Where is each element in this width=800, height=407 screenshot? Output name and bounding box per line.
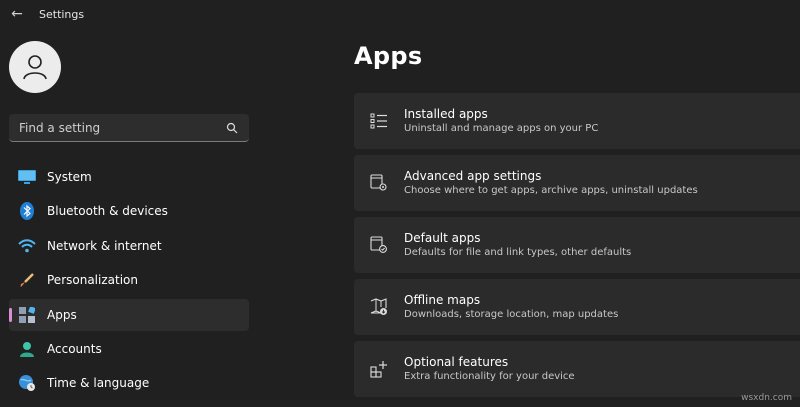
card-title: Advanced app settings: [404, 169, 542, 183]
card-optional-features[interactable]: Optional features Extra functionality fo…: [354, 341, 800, 397]
card-default-apps[interactable]: Default apps Defaults for file and link …: [354, 217, 800, 273]
search-icon[interactable]: [225, 121, 239, 135]
avatar[interactable]: [9, 41, 61, 93]
sidebar-item-network[interactable]: Network & internet: [9, 230, 249, 262]
monitor-icon: [17, 167, 37, 187]
card-subtitle: Choose where to get apps, archive apps, …: [404, 185, 698, 196]
page-title: Apps: [354, 42, 423, 70]
sidebar-item-label: Network & internet: [47, 238, 162, 253]
globe-clock-icon: [17, 373, 37, 393]
sidebar-item-label: Accounts: [47, 341, 102, 356]
arrow-left-icon: ←: [11, 6, 23, 22]
sidebar-item-system[interactable]: System: [9, 161, 249, 193]
sidebar-nav: System Bluetooth & devices Network & int…: [9, 161, 249, 402]
card-offline-maps[interactable]: Offline maps Downloads, storage location…: [354, 279, 800, 335]
user-icon: [23, 55, 47, 80]
sidebar-item-label: Time & language: [47, 376, 150, 391]
card-subtitle: Defaults for file and link types, other …: [404, 247, 632, 258]
sidebar-item-accounts[interactable]: Accounts: [9, 333, 249, 365]
title-bar: ← Settings: [0, 0, 800, 28]
card-title: Optional features: [404, 355, 509, 369]
map-download-icon: [368, 296, 390, 318]
wifi-icon: [17, 236, 37, 256]
card-title: Installed apps: [404, 107, 488, 121]
sidebar-item-time-language[interactable]: Time & language: [9, 367, 249, 399]
app-settings-icon: [368, 172, 390, 194]
card-installed-apps[interactable]: Installed apps Uninstall and manage apps…: [354, 93, 800, 149]
card-advanced-app-settings[interactable]: Advanced app settings Choose where to ge…: [354, 155, 800, 211]
card-subtitle: Extra functionality for your device: [404, 371, 575, 382]
sidebar-item-personalization[interactable]: Personalization: [9, 264, 249, 296]
card-title: Default apps: [404, 231, 481, 245]
settings-cards: Installed apps Uninstall and manage apps…: [354, 93, 800, 403]
search-input[interactable]: [19, 120, 225, 135]
list-icon: [368, 110, 390, 132]
card-title: Offline maps: [404, 293, 481, 307]
apps-icon: [17, 305, 37, 325]
card-subtitle: Uninstall and manage apps on your PC: [404, 123, 599, 134]
sidebar-item-label: Apps: [47, 307, 77, 322]
search-box: [9, 114, 249, 142]
sidebar-item-apps[interactable]: Apps: [9, 298, 249, 331]
brush-icon: [17, 270, 37, 290]
account-icon: [17, 339, 37, 359]
back-button[interactable]: ←: [7, 4, 27, 24]
bluetooth-icon: [17, 201, 37, 221]
sidebar-item-label: Personalization: [47, 273, 138, 288]
default-apps-icon: [368, 234, 390, 256]
add-feature-icon: [368, 358, 390, 380]
sidebar-item-label: Bluetooth & devices: [47, 204, 168, 219]
card-subtitle: Downloads, storage location, map updates: [404, 309, 619, 320]
watermark: wsxdn.com: [741, 393, 792, 403]
sidebar-item-bluetooth[interactable]: Bluetooth & devices: [9, 195, 249, 227]
sidebar-item-label: System: [47, 170, 92, 184]
app-title: Settings: [39, 7, 85, 21]
